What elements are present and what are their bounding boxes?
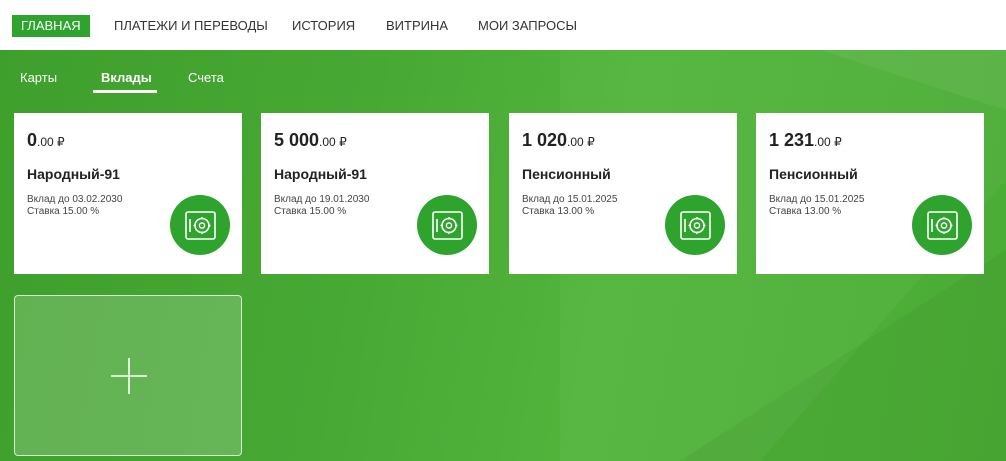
deposit-end-date: Вклад до 15.01.2025 <box>522 194 618 205</box>
nav-item-history[interactable]: ИСТОРИЯ <box>292 15 355 37</box>
nav-item-main[interactable]: ГЛАВНАЯ <box>12 15 90 37</box>
deposit-name: Пенсионный <box>769 166 858 182</box>
safe-icon <box>665 195 725 255</box>
safe-icon <box>170 195 230 255</box>
tab-cards[interactable]: Карты <box>20 70 57 85</box>
deposits-panel: Карты Вклады Счета 0.00 ₽ Народный-91 Вк… <box>0 50 1006 461</box>
deposit-end-date: Вклад до 19.01.2030 <box>274 194 370 205</box>
deposit-card[interactable]: 5 000.00 ₽ Народный-91 Вклад до 19.01.20… <box>261 113 489 274</box>
safe-icon <box>912 195 972 255</box>
deposit-name: Народный-91 <box>27 166 120 182</box>
nav-item-payments[interactable]: ПЛАТЕЖИ И ПЕРЕВОДЫ <box>114 15 268 37</box>
deposit-name: Пенсионный <box>522 166 611 182</box>
deposit-rate: Ставка 13.00 % <box>769 206 842 217</box>
safe-icon <box>417 195 477 255</box>
active-tab-indicator <box>93 90 157 93</box>
deposit-amount: 1 231.00 ₽ <box>769 130 842 150</box>
deposit-card[interactable]: 1 020.00 ₽ Пенсионный Вклад до 15.01.202… <box>509 113 737 274</box>
deposit-rate: Ставка 15.00 % <box>274 206 347 217</box>
deposit-rate: Ставка 13.00 % <box>522 206 595 217</box>
deposit-card[interactable]: 0.00 ₽ Народный-91 Вклад до 03.02.2030 С… <box>14 113 242 274</box>
tab-accounts[interactable]: Счета <box>188 70 224 85</box>
tab-deposits[interactable]: Вклады <box>101 70 152 85</box>
plus-icon <box>111 358 147 394</box>
nav-item-showcase[interactable]: ВИТРИНА <box>386 15 448 37</box>
deposit-amount: 5 000.00 ₽ <box>274 130 347 150</box>
deposit-end-date: Вклад до 03.02.2030 <box>27 194 123 205</box>
top-navigation: ГЛАВНАЯ ПЛАТЕЖИ И ПЕРЕВОДЫ ИСТОРИЯ ВИТРИ… <box>0 0 1006 50</box>
deposit-end-date: Вклад до 15.01.2025 <box>769 194 865 205</box>
add-deposit-button[interactable] <box>14 295 242 456</box>
deposit-amount: 0.00 ₽ <box>27 130 65 150</box>
nav-item-requests[interactable]: МОИ ЗАПРОСЫ <box>478 15 577 37</box>
deposit-name: Народный-91 <box>274 166 367 182</box>
deposit-amount: 1 020.00 ₽ <box>522 130 595 150</box>
deposit-card[interactable]: 1 231.00 ₽ Пенсионный Вклад до 15.01.202… <box>756 113 984 274</box>
deposit-rate: Ставка 15.00 % <box>27 206 100 217</box>
